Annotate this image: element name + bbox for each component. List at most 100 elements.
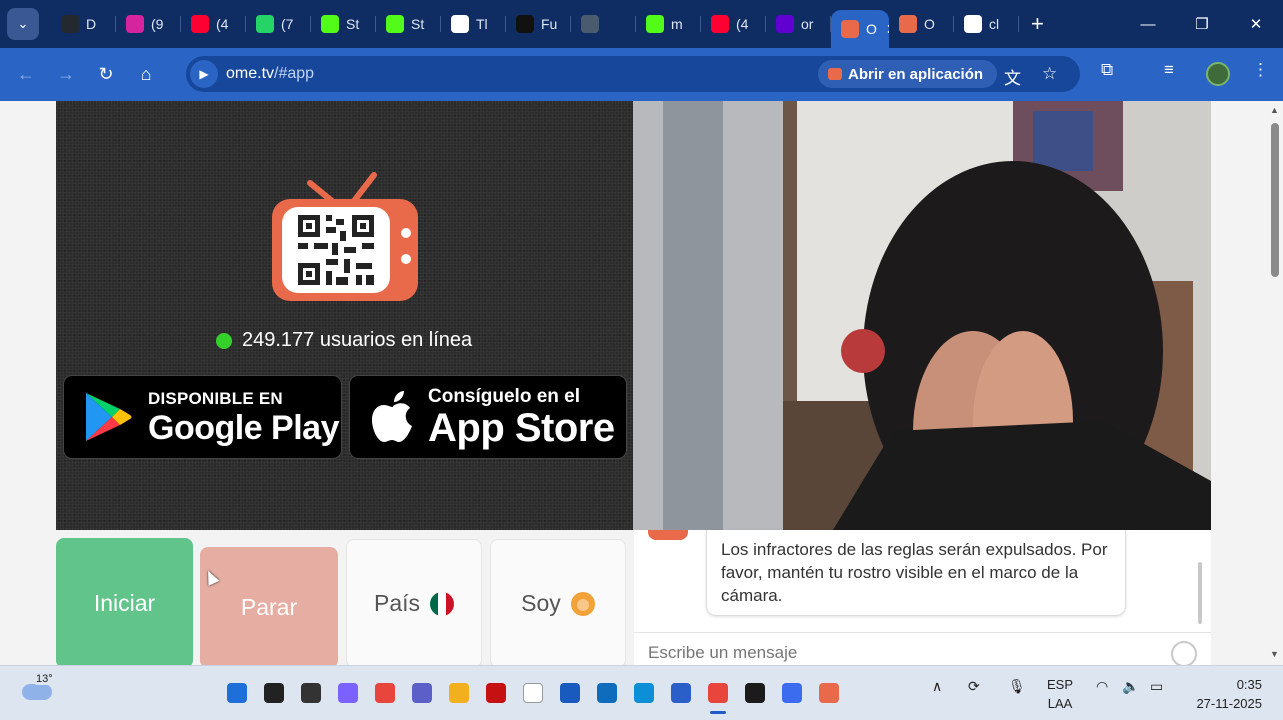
browser-tab[interactable]: Tl: [441, 6, 506, 42]
open-in-app-button[interactable]: Abrir en aplicación: [818, 60, 998, 88]
start-label: Iniciar: [93, 589, 156, 616]
show-hidden-icons-chevron-icon[interactable]: ∧: [932, 678, 942, 695]
store-icon[interactable]: [666, 678, 696, 708]
back-icon[interactable]: ←: [6, 64, 46, 85]
tab-search-menu-button[interactable]: ⌄: [7, 8, 39, 40]
mexico-flag-icon: [430, 591, 455, 616]
tab-title: (9: [151, 16, 164, 32]
close-window-icon[interactable]: ✕: [1229, 15, 1283, 33]
gender-selector-button[interactable]: Soy: [490, 539, 626, 665]
page-content: 249.177 usuarios en línea DISPONIBLE EN …: [0, 101, 1283, 665]
app-glyph: [449, 683, 469, 703]
browser-tab[interactable]: Fu: [506, 6, 571, 42]
media-controls-icon[interactable]: ≡: [1164, 60, 1174, 80]
browser-tab[interactable]: St: [311, 6, 376, 42]
window-controls: — ❐ ✕: [1121, 0, 1283, 48]
yahoo-icon: [776, 15, 794, 33]
site-info-icon[interactable]: ▶: [190, 60, 218, 88]
restore-icon[interactable]: ❐: [1175, 15, 1229, 33]
translate-icon[interactable]: 文: [1004, 64, 1021, 89]
browser-tab[interactable]: (9: [116, 6, 181, 42]
chrome-icon[interactable]: [370, 678, 400, 708]
kick-icon: [321, 15, 339, 33]
chrome-active-icon[interactable]: [703, 678, 733, 714]
chat-scrollbar[interactable]: [1198, 562, 1202, 624]
google-play-badge[interactable]: DISPONIBLE EN Google Play: [63, 375, 342, 459]
extensions-icon[interactable]: ⧉: [1101, 60, 1113, 80]
among-us-icon[interactable]: [481, 678, 511, 708]
address-bar[interactable]: ▶ ome.tv/#app Abrir en aplicación 文 ☆: [186, 56, 1080, 92]
bookmark-star-icon[interactable]: ☆: [1042, 64, 1057, 84]
stop-button[interactable]: Parar: [200, 547, 338, 665]
system-message-bubble: Los infractores de las reglas serán expu…: [706, 530, 1126, 616]
browser-tab[interactable]: O: [889, 6, 954, 42]
app-blue-icon[interactable]: [777, 678, 807, 708]
chat-panel: Los infractores de las reglas serán expu…: [634, 530, 1211, 665]
teams-icon[interactable]: [407, 678, 437, 708]
chat-message-input[interactable]: [648, 642, 1148, 663]
browser-tab[interactable]: (7: [246, 6, 311, 42]
sync-icon[interactable]: ⟳: [968, 678, 980, 695]
page-scrollbar[interactable]: ▲ ▼: [1267, 101, 1283, 665]
edge-icon[interactable]: [629, 678, 659, 708]
ometv-app-icon[interactable]: [814, 678, 844, 708]
new-tab-button[interactable]: +: [1031, 11, 1044, 37]
tab-title: (7: [281, 16, 294, 32]
weather-widget[interactable]: 13°: [22, 673, 55, 700]
ometv-icon: [899, 15, 917, 33]
browser-tab[interactable]: (4: [181, 6, 246, 42]
home-icon[interactable]: ⌂: [126, 64, 166, 85]
url-text[interactable]: ome.tv/#app: [226, 65, 314, 83]
app-glyph: [412, 683, 432, 703]
emoji-icon[interactable]: [1171, 641, 1197, 665]
wifi-icon[interactable]: ◠: [1096, 678, 1108, 695]
menu-dots-icon[interactable]: ⋮: [1252, 60, 1269, 80]
browser-tab[interactable]: D: [51, 6, 116, 42]
windows-start-icon[interactable]: [222, 678, 252, 708]
stop-label: Parar: [240, 594, 298, 620]
browser-tab[interactable]: St: [376, 6, 441, 42]
outlook-icon[interactable]: [592, 678, 622, 708]
forward-icon[interactable]: →: [46, 64, 86, 85]
browser-tab[interactable]: (4: [701, 6, 766, 42]
word-icon[interactable]: [555, 678, 585, 708]
task-view-icon[interactable]: [296, 678, 326, 708]
battery-icon[interactable]: ▭: [1150, 678, 1163, 695]
browser-tab[interactable]: cl: [954, 6, 1019, 42]
app-store-badge[interactable]: Consíguelo en el App Store: [349, 375, 627, 459]
language-indicator[interactable]: ESP LAA: [1047, 675, 1073, 713]
country-selector-button[interactable]: País: [346, 539, 482, 665]
profile-avatar[interactable]: [1206, 62, 1230, 86]
fu-icon: [516, 15, 534, 33]
microphone-icon[interactable]: 🎙: [1008, 678, 1026, 695]
minimize-icon[interactable]: —: [1121, 16, 1175, 33]
browser-tab[interactable]: m: [636, 6, 701, 42]
browser-tab[interactable]: or: [766, 6, 831, 42]
clock-time: 0:35: [1236, 677, 1262, 692]
google-play-big-text: Google Play: [148, 408, 340, 447]
scroll-up-icon[interactable]: ▲: [1270, 105, 1279, 115]
copilot-icon[interactable]: [333, 678, 363, 708]
volume-icon[interactable]: 🔈: [1122, 678, 1139, 695]
google-play-icon: [86, 393, 132, 441]
kick-icon: [646, 15, 664, 33]
blank-file-icon[interactable]: [518, 678, 548, 708]
browser-tab[interactable]: [571, 6, 636, 42]
open-in-app-label: Abrir en aplicación: [848, 65, 984, 83]
reload-icon[interactable]: ↻: [86, 64, 126, 85]
browser-tab[interactable]: O✕: [831, 10, 889, 48]
online-users-indicator: 249.177 usuarios en línea: [216, 329, 472, 352]
tab-strip: ⌄ D(9(4(7StStTlFum(4orO✕Ocl + — ❐ ✕: [0, 0, 1283, 48]
app-store-big-text: App Store: [428, 405, 615, 450]
file-explorer-icon[interactable]: [444, 678, 474, 708]
scroll-down-icon[interactable]: ▼: [1270, 649, 1279, 659]
app-glyph: [782, 683, 802, 703]
search-icon[interactable]: [259, 678, 289, 708]
language-code: ESP: [1047, 677, 1074, 692]
start-button[interactable]: Iniciar: [56, 538, 193, 665]
steam-like-icon[interactable]: [740, 678, 770, 708]
clock[interactable]: 0:35 27-11-2025: [1188, 675, 1262, 713]
scrollbar-thumb[interactable]: [1271, 123, 1279, 277]
kick-icon: [386, 15, 404, 33]
owl-icon: [581, 15, 599, 33]
